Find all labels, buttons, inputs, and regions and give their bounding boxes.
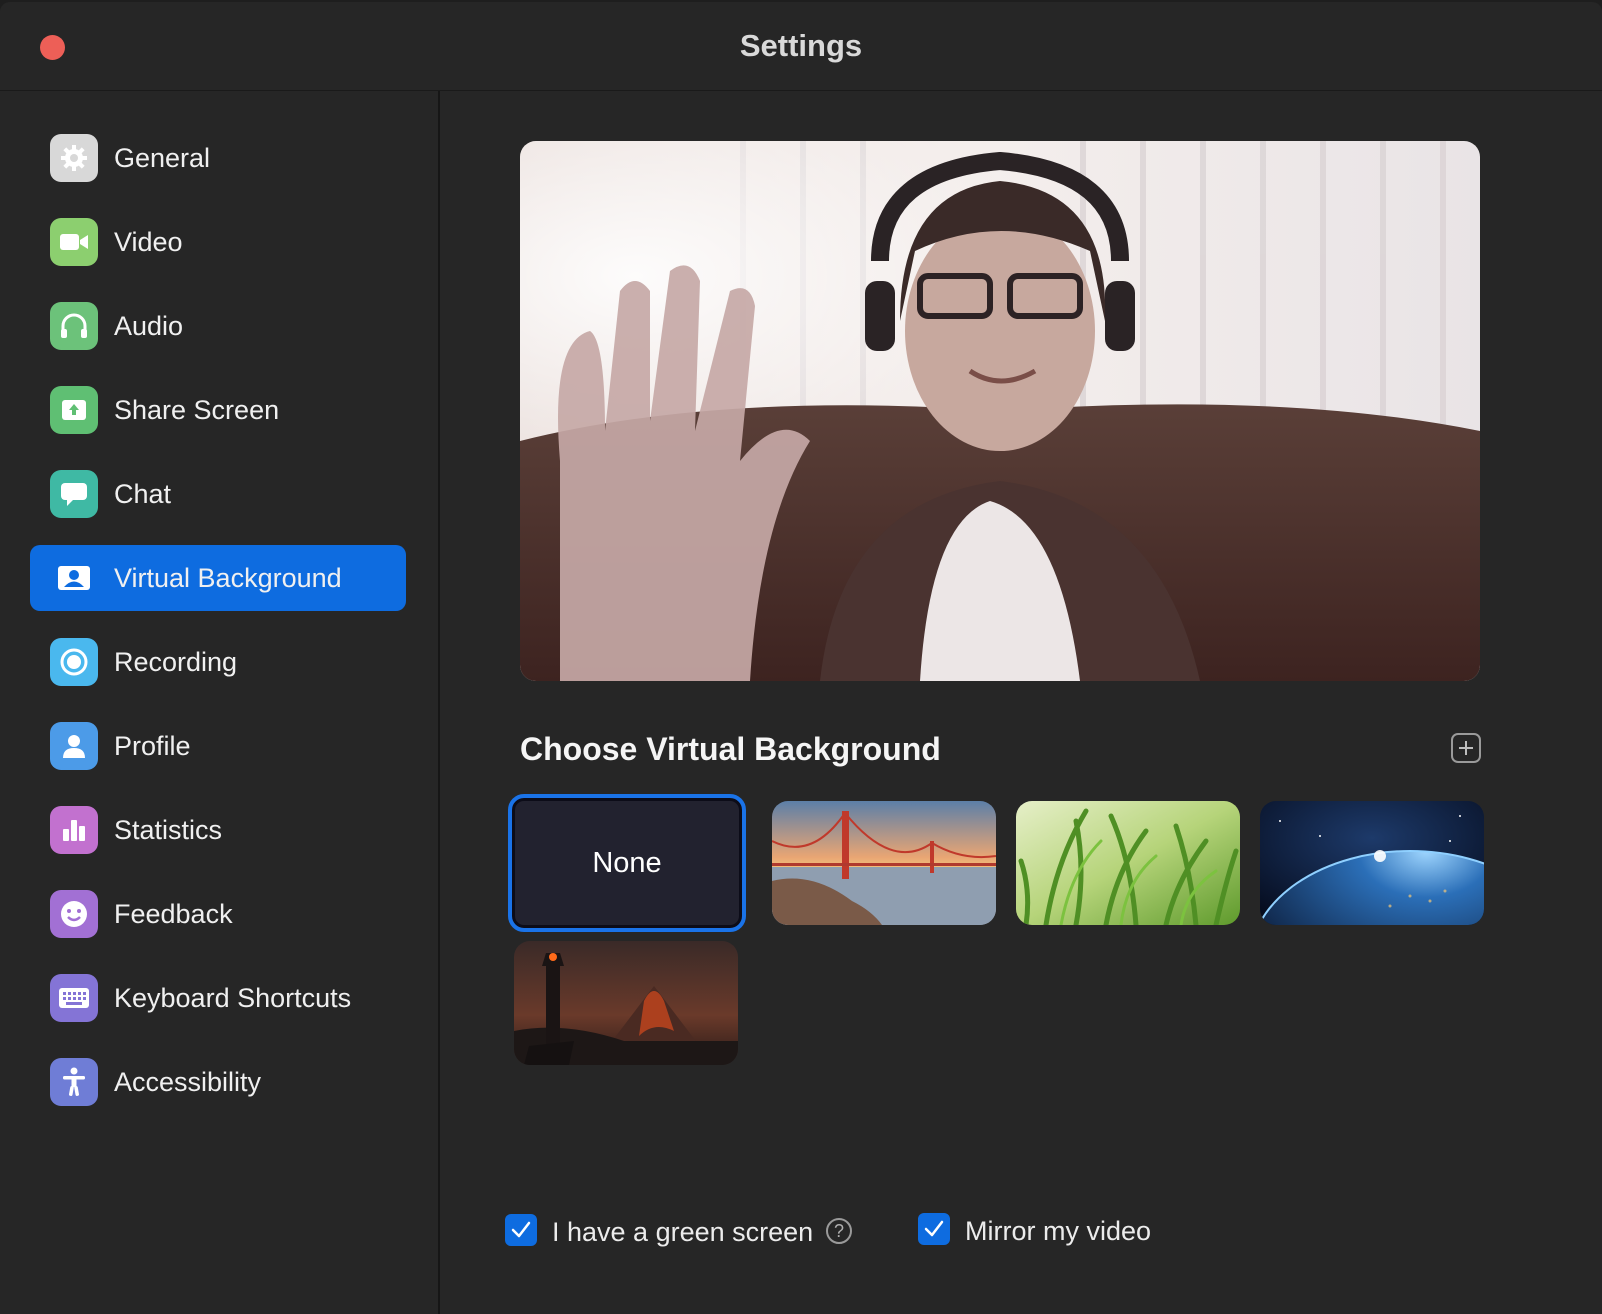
- background-none-label: None: [592, 846, 662, 879]
- mirror-video-checkbox[interactable]: [918, 1213, 950, 1245]
- sidebar-item-label: General: [114, 143, 211, 173]
- settings-sidebar: General Video Audio Share Screen Chat Vi…: [0, 91, 440, 1314]
- sidebar-item-profile[interactable]: Profile: [30, 713, 406, 779]
- green-screen-label[interactable]: I have a green screen: [552, 1217, 813, 1248]
- sidebar-item-video[interactable]: Video: [30, 209, 406, 275]
- sidebar-item-recording[interactable]: Recording: [30, 629, 406, 695]
- smiley-icon: [50, 890, 98, 938]
- sidebar-item-label: Statistics: [114, 815, 223, 845]
- share-screen-icon: [50, 386, 98, 434]
- recording-icon: [50, 638, 98, 686]
- sidebar-item-label: Video: [114, 227, 183, 257]
- green-screen-checkbox[interactable]: [505, 1214, 537, 1246]
- sidebar-item-label: Share Screen: [114, 395, 280, 425]
- background-thumb-earth[interactable]: [1260, 801, 1484, 925]
- settings-window: Settings General Video Audio Share Scree…: [0, 2, 1602, 1314]
- sidebar-item-label: Audio: [114, 311, 184, 341]
- sidebar-item-feedback[interactable]: Feedback: [30, 881, 406, 947]
- add-background-button[interactable]: [1451, 733, 1481, 763]
- sidebar-item-label: Recording: [114, 647, 238, 677]
- chat-bubble-icon: [50, 470, 98, 518]
- virtual-background-panel: Choose Virtual Background None I have a …: [440, 91, 1602, 1314]
- window-title: Settings: [739, 28, 863, 63]
- title-bar: Settings: [0, 2, 1602, 91]
- sidebar-item-audio[interactable]: Audio: [30, 293, 406, 359]
- camera-preview: [520, 141, 1480, 681]
- sidebar-item-label: Profile: [114, 731, 191, 761]
- background-thumb-none[interactable]: None: [508, 794, 746, 932]
- headphones-icon: [50, 302, 98, 350]
- section-title: Choose Virtual Background: [520, 731, 941, 767]
- checkmark-icon: [511, 1221, 531, 1238]
- sidebar-item-label: Accessibility: [114, 1067, 262, 1097]
- accessibility-icon: [50, 1058, 98, 1106]
- sidebar-item-label: Chat: [114, 479, 172, 509]
- profile-icon: [50, 722, 98, 770]
- sidebar-item-label: Keyboard Shortcuts: [114, 983, 352, 1013]
- video-camera-icon: [50, 218, 98, 266]
- background-thumb-dark-tower[interactable]: [514, 941, 738, 1065]
- virtual-background-icon: [50, 554, 98, 602]
- background-thumb-grass[interactable]: [1016, 801, 1240, 925]
- checkmark-icon: [924, 1220, 944, 1237]
- background-thumb-golden-gate[interactable]: [772, 801, 996, 925]
- sidebar-item-virtual-background[interactable]: Virtual Background: [30, 545, 406, 611]
- sidebar-item-general[interactable]: General: [30, 125, 406, 191]
- sidebar-item-statistics[interactable]: Statistics: [30, 797, 406, 863]
- sidebar-item-chat[interactable]: Chat: [30, 461, 406, 527]
- sidebar-item-keyboard-shortcuts[interactable]: Keyboard Shortcuts: [30, 965, 406, 1031]
- gear-icon: [50, 134, 98, 182]
- mirror-video-label[interactable]: Mirror my video: [965, 1216, 1151, 1247]
- sidebar-item-label: Virtual Background: [114, 563, 342, 593]
- sidebar-item-share-screen[interactable]: Share Screen: [30, 377, 406, 443]
- bar-chart-icon: [50, 806, 98, 854]
- camera-preview-image: [520, 141, 1480, 681]
- help-icon[interactable]: ?: [826, 1218, 852, 1244]
- sidebar-item-label: Feedback: [114, 899, 233, 929]
- keyboard-icon: [50, 974, 98, 1022]
- sidebar-item-accessibility[interactable]: Accessibility: [30, 1049, 406, 1115]
